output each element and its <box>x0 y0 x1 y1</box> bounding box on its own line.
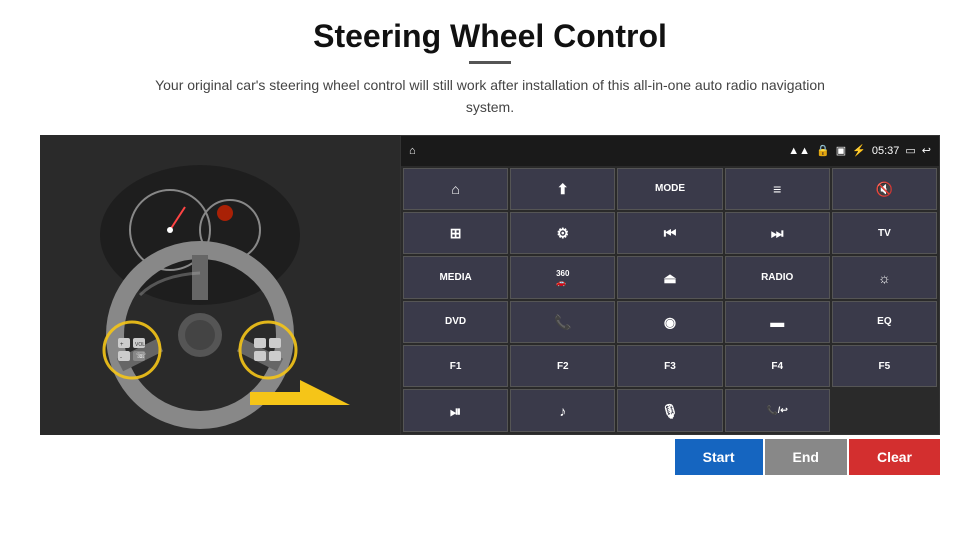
sd-icon: ▣ <box>836 144 846 157</box>
statusbar-left: ⌂ <box>409 145 416 157</box>
steering-wheel-image: + VOL - ☏ <box>40 135 400 435</box>
btn-brightness[interactable]: ☼ <box>832 256 937 298</box>
btn-phone[interactable]: 📞 <box>510 301 615 343</box>
android-panel: ⌂ ▲▲ 🔒 ▣ ⚡ 05:37 ▭ ↩ ⌂ ⬆ MODE ≡ <box>400 135 940 435</box>
title-divider <box>469 61 511 64</box>
svg-text:VOL: VOL <box>135 342 145 348</box>
btn-list[interactable]: ≡ <box>725 168 830 210</box>
btn-dvd[interactable]: DVD <box>403 301 508 343</box>
btn-f1[interactable]: F1 <box>403 345 508 387</box>
btn-prev[interactable]: ⏮ <box>617 212 722 254</box>
btn-360-cam[interactable]: ◉ <box>617 301 722 343</box>
btn-f5[interactable]: F5 <box>832 345 937 387</box>
btn-media[interactable]: MEDIA <box>403 256 508 298</box>
end-button[interactable]: End <box>765 439 847 475</box>
btn-settings[interactable]: ⚙ <box>510 212 615 254</box>
statusbar-right: ▲▲ 🔒 ▣ ⚡ 05:37 ▭ ↩ <box>788 144 931 157</box>
page-title: Steering Wheel Control <box>313 18 667 55</box>
btn-next[interactable]: ⏭ <box>725 212 830 254</box>
btn-mic[interactable]: 🎙 <box>617 389 722 431</box>
monitor-icon: ▭ <box>905 144 915 157</box>
lock-icon: 🔒 <box>816 144 830 157</box>
wifi-icon: ▲▲ <box>788 145 810 157</box>
page-subtitle: Your original car's steering wheel contr… <box>140 74 840 119</box>
btn-eq[interactable]: EQ <box>832 301 937 343</box>
btn-music[interactable]: ♪ <box>510 389 615 431</box>
btn-eject[interactable]: ⏏ <box>617 256 722 298</box>
btn-navigate[interactable]: ⬆ <box>510 168 615 210</box>
android-button-grid: ⌂ ⬆ MODE ≡ 🔇 ⊞ ⚙ ⏮ ⏭ TV MEDIA 360🚗 ⏏ RAD… <box>401 166 939 434</box>
content-area: + VOL - ☏ <box>40 135 940 435</box>
home-icon: ⌂ <box>409 145 416 157</box>
btn-tv[interactable]: TV <box>832 212 937 254</box>
btn-360[interactable]: 360🚗 <box>510 256 615 298</box>
bottom-bar: Start End Clear <box>40 439 940 475</box>
android-statusbar: ⌂ ▲▲ 🔒 ▣ ⚡ 05:37 ▭ ↩ <box>401 136 939 166</box>
time-display: 05:37 <box>872 145 900 157</box>
btn-f2[interactable]: F2 <box>510 345 615 387</box>
clear-button[interactable]: Clear <box>849 439 940 475</box>
back-icon: ↩ <box>922 144 931 157</box>
bluetooth-icon: ⚡ <box>852 144 866 157</box>
svg-text:-: - <box>120 355 122 361</box>
svg-text:☏: ☏ <box>136 351 146 360</box>
svg-text:+: + <box>120 342 124 348</box>
start-button[interactable]: Start <box>675 439 763 475</box>
btn-screen[interactable]: ▬ <box>725 301 830 343</box>
btn-apps[interactable]: ⊞ <box>403 212 508 254</box>
btn-f3[interactable]: F3 <box>617 345 722 387</box>
btn-f4[interactable]: F4 <box>725 345 830 387</box>
btn-playpause[interactable]: ⏯ <box>403 389 508 431</box>
btn-mute[interactable]: 🔇 <box>832 168 937 210</box>
btn-home[interactable]: ⌂ <box>403 168 508 210</box>
btn-radio[interactable]: RADIO <box>725 256 830 298</box>
btn-mode[interactable]: MODE <box>617 168 722 210</box>
btn-call-hangup[interactable]: 📞/↩ <box>725 389 830 431</box>
